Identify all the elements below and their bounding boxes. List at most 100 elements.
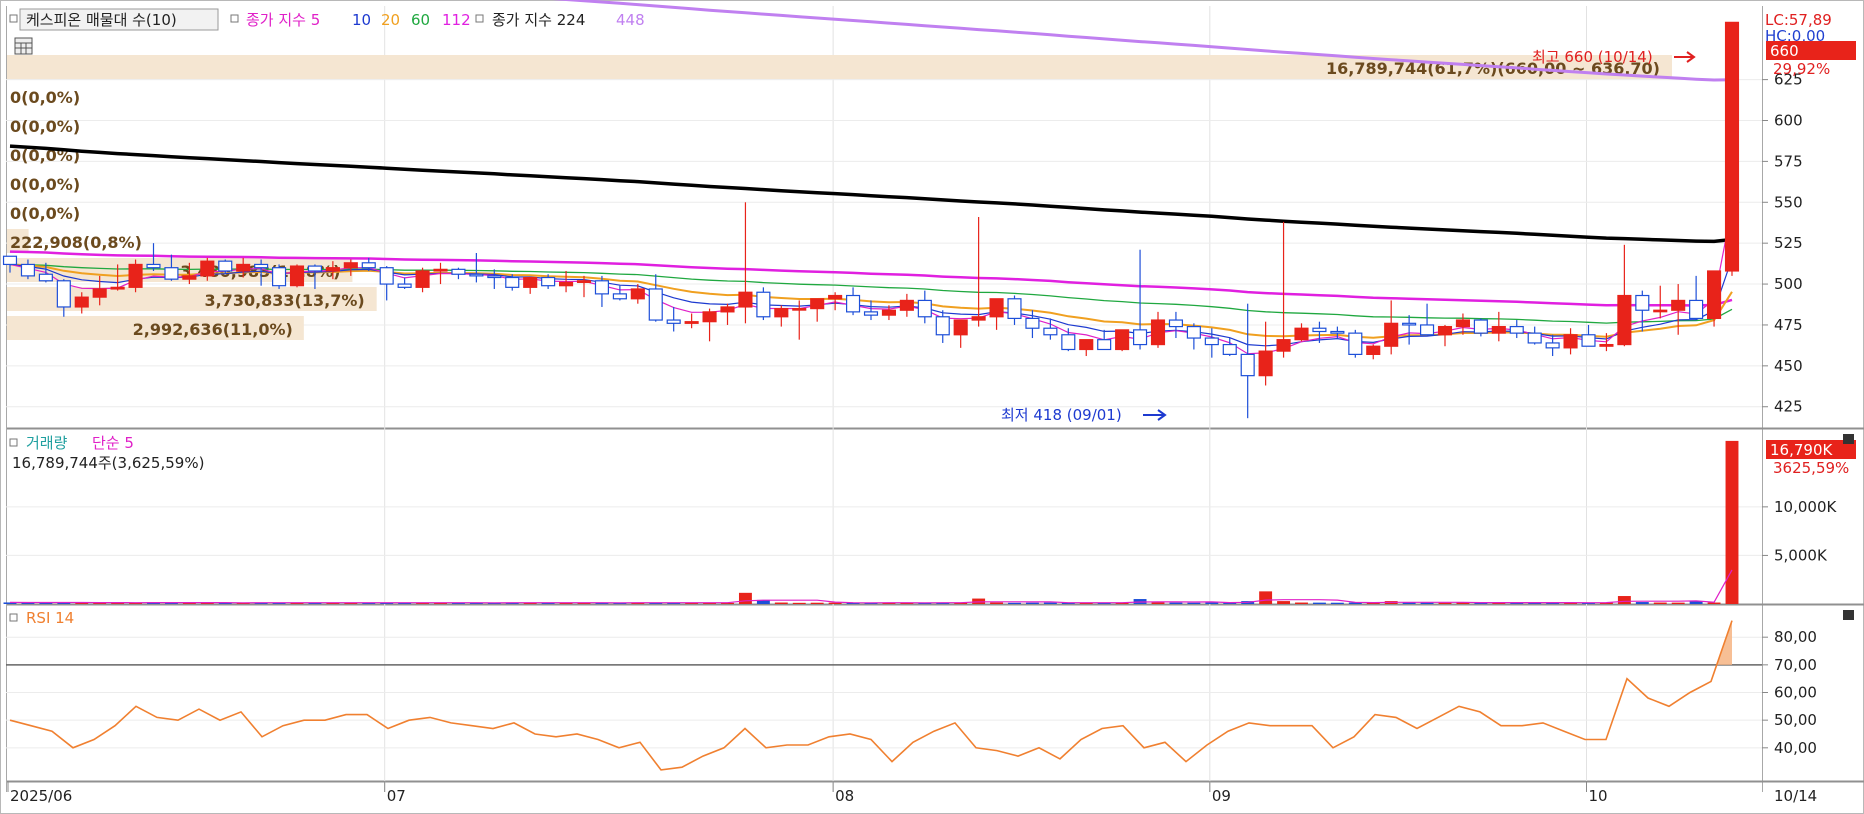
- candle-body: [1043, 327, 1058, 336]
- candle-body: [361, 262, 376, 269]
- candle-body: [1402, 322, 1417, 326]
- candle-body: [1581, 334, 1596, 347]
- change-pct: 29,92%: [1773, 60, 1830, 78]
- candle-body: [881, 309, 896, 316]
- candle-body: [1007, 298, 1022, 320]
- candle-body: [1330, 330, 1345, 334]
- candle-body: [1455, 319, 1470, 328]
- candle-body: [576, 280, 592, 284]
- ma-legend-value-20[interactable]: 20: [381, 11, 400, 29]
- candle-body: [128, 263, 143, 288]
- profile-label: 0(0,0%): [10, 204, 80, 223]
- ma-legend-value-60[interactable]: 60: [411, 11, 430, 29]
- ma-legend-value-112[interactable]: 112: [442, 11, 471, 29]
- stock-chart[interactable]: 16,789,744(61,7%)(660,00 ~ 636,70)0(0,0%…: [0, 0, 1864, 814]
- candle-body: [92, 288, 107, 298]
- profile-label: 222,908(0,8%): [10, 233, 142, 252]
- volume-bar: [1169, 602, 1183, 604]
- volume-bar: [1330, 602, 1344, 604]
- volume-bar: [1438, 602, 1452, 604]
- candle-body: [1491, 325, 1506, 334]
- profile-label: 0(0,0%): [10, 175, 80, 194]
- candle-body: [1312, 327, 1327, 333]
- close-icon[interactable]: [1843, 434, 1854, 444]
- last-date: 10/14: [1774, 787, 1817, 805]
- candle-body: [200, 260, 215, 277]
- volume-bar: [1187, 602, 1201, 604]
- candle-body: [487, 275, 502, 279]
- ma-legend-label-1[interactable]: 종가 지수 5: [246, 11, 320, 29]
- volume-bar: [1025, 602, 1039, 604]
- volume-legend-label[interactable]: 거래량: [26, 434, 68, 452]
- candle-body: [648, 288, 663, 321]
- candle-body: [989, 298, 1004, 318]
- date-label: 09: [1212, 787, 1231, 805]
- candle-body: [1025, 317, 1040, 329]
- candle-body: [559, 281, 574, 287]
- candle-body: [630, 288, 645, 300]
- candle-body: [1294, 327, 1309, 341]
- price-tick-label: 600: [1774, 111, 1803, 129]
- candle-body: [541, 276, 556, 287]
- last-price: 660: [1770, 42, 1799, 60]
- volume-bar: [1151, 602, 1165, 604]
- volume-bar: [738, 592, 752, 604]
- profile-label: 0(0,0%): [10, 117, 80, 136]
- profile-label: 0(0,0%): [10, 88, 80, 107]
- volume-bar: [1277, 601, 1291, 604]
- rsi-tick-label: 40,00: [1774, 739, 1817, 757]
- candle-body: [666, 319, 681, 324]
- volume-bar: [1653, 602, 1667, 604]
- candle-body: [612, 293, 627, 300]
- low-annotation: 최저 418 (09/01): [1001, 406, 1122, 424]
- last-ratio: 3625,59%: [1773, 459, 1849, 477]
- price-tick-label: 500: [1774, 275, 1803, 293]
- candle-body: [1689, 299, 1704, 320]
- ma-legend-value-10[interactable]: 10: [352, 11, 371, 29]
- candle-body: [1671, 299, 1686, 311]
- volume-bar: [810, 602, 824, 604]
- candle-body: [863, 311, 879, 316]
- candle-body: [738, 291, 753, 308]
- volume-bar: [1043, 602, 1057, 604]
- candle-body: [899, 299, 914, 311]
- candle-body: [971, 316, 986, 321]
- candle-body: [218, 260, 233, 272]
- rsi-legend-label[interactable]: RSI 14: [26, 609, 74, 627]
- candle-body: [1133, 329, 1148, 346]
- volume-bar: [1205, 602, 1219, 604]
- candle-body: [1061, 334, 1076, 351]
- candle-body: [1079, 339, 1094, 351]
- profile-label: 2,992,636(11,0%): [133, 320, 293, 339]
- candle-body: [953, 319, 968, 336]
- price-tick-label: 425: [1774, 398, 1803, 416]
- candle-body: [846, 294, 861, 313]
- candle-body: [2, 255, 18, 266]
- close-icon[interactable]: [1843, 610, 1854, 620]
- candle-body: [935, 316, 950, 336]
- candle-body: [1115, 329, 1130, 351]
- date-label: 08: [835, 787, 854, 805]
- candle-body: [810, 298, 825, 310]
- profile-label: 3,730,833(13,7%): [204, 291, 364, 310]
- volume-bar: [990, 602, 1004, 604]
- ma-legend-label-2[interactable]: 종가 지수 224: [492, 11, 585, 29]
- price-indicator-label[interactable]: 케스피온 매물대 수(10): [26, 11, 177, 29]
- candle-body: [236, 263, 251, 272]
- volume-bar: [1008, 602, 1021, 604]
- volume-tick-label: 10,000K: [1774, 498, 1837, 516]
- candle-body: [1348, 332, 1363, 355]
- ma-legend-value-448[interactable]: 448: [616, 11, 645, 29]
- candle-body: [272, 267, 287, 287]
- volume-ma-label[interactable]: 단순 5: [92, 434, 134, 452]
- volume-info: 16,789,744주(3,625,59%): [12, 454, 204, 472]
- candle-body: [523, 276, 538, 288]
- candle-body: [1366, 345, 1381, 355]
- candle-body: [38, 273, 53, 282]
- candle-body: [1635, 294, 1650, 311]
- rsi-tick-label: 60,00: [1774, 684, 1817, 702]
- volume-bar: [774, 602, 788, 604]
- date-label: 10: [1589, 787, 1608, 805]
- candle-body: [254, 263, 269, 269]
- table-icon[interactable]: [14, 37, 33, 55]
